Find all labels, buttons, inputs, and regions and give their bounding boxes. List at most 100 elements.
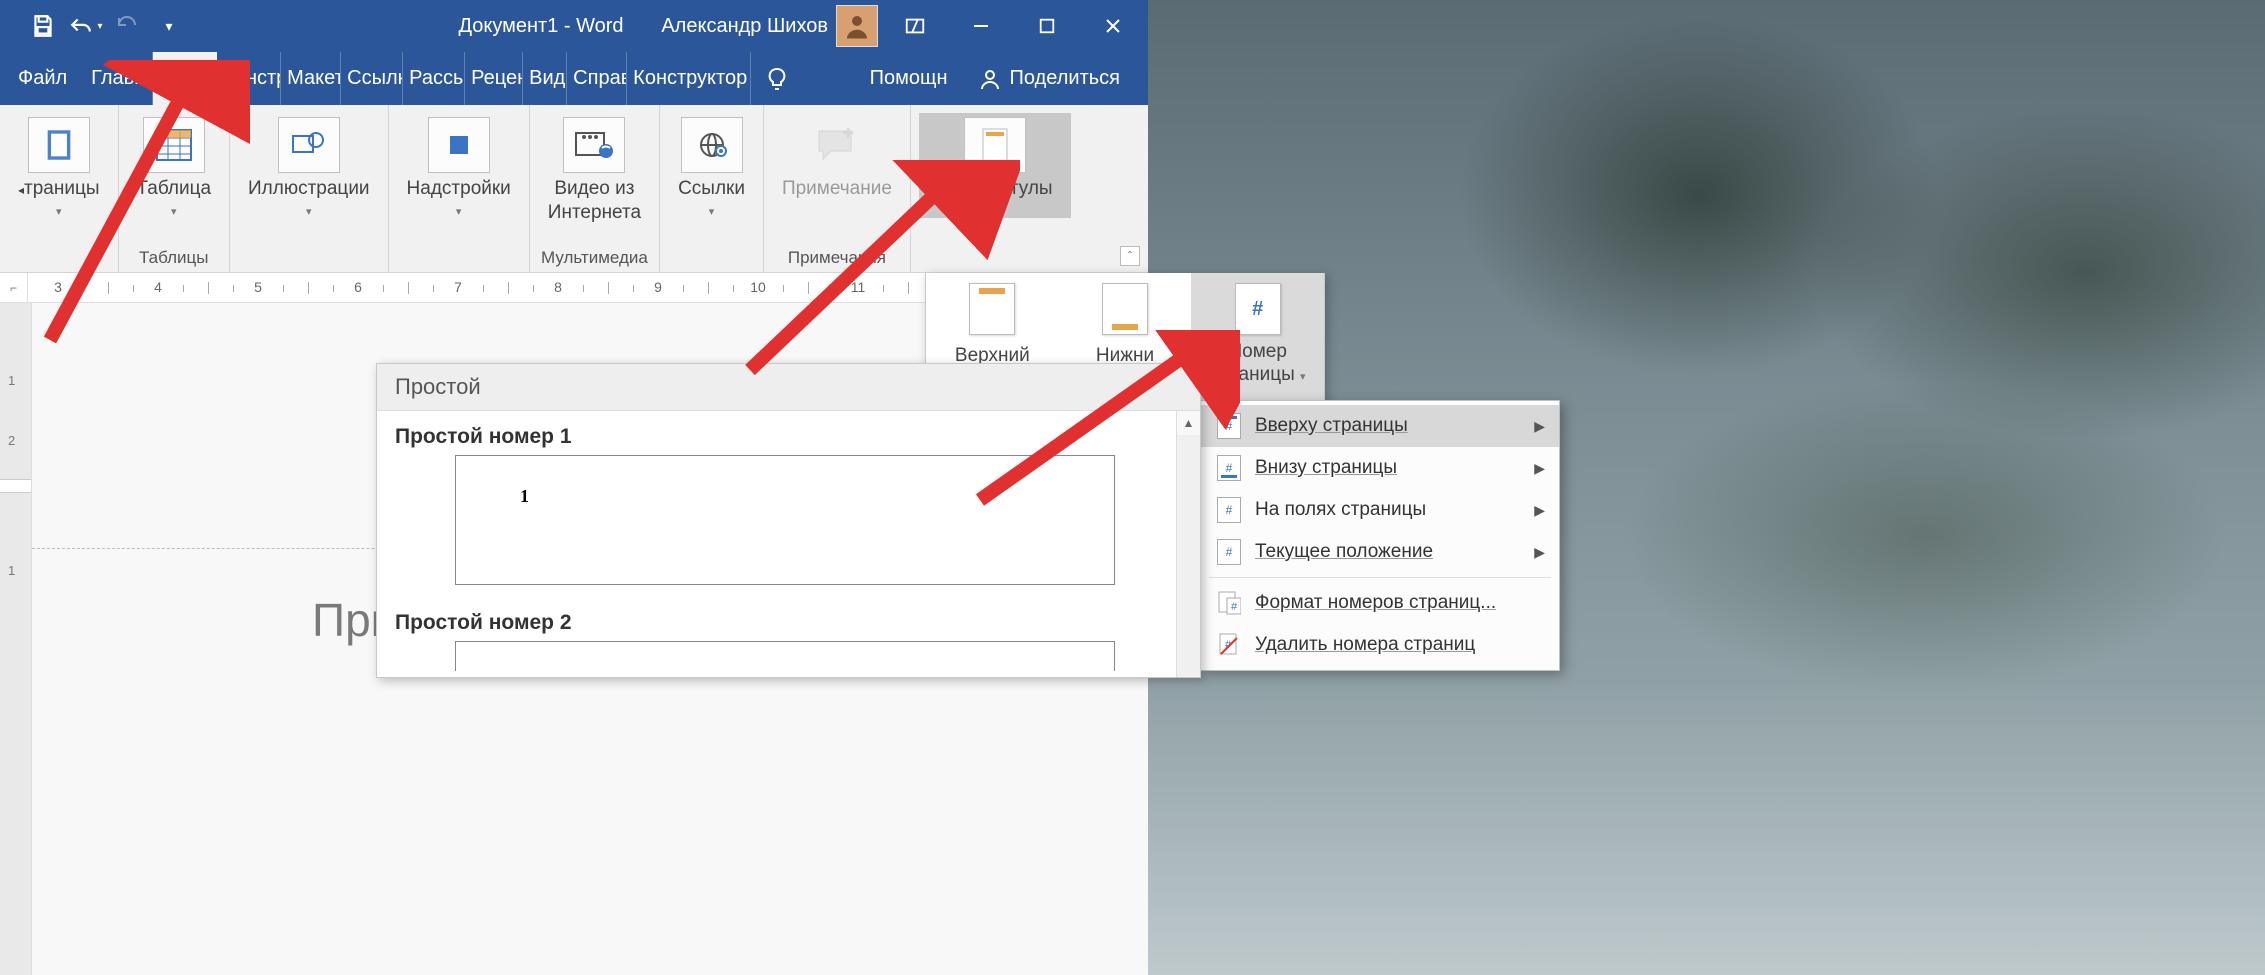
header-footer-label: Колонтитулы <box>937 177 1053 201</box>
dropdown-icon: ▾ <box>709 205 715 218</box>
menu-item-top-of-page[interactable]: # Вверху страницы ▶ <box>1201 405 1559 447</box>
dropdown-icon: ▾ <box>456 205 462 218</box>
comment-icon: + <box>806 117 868 173</box>
header-icon <box>969 283 1015 335</box>
gallery-scrollbar[interactable]: ▲ <box>1176 411 1200 677</box>
ribbon-group-headerfooter: Колонтитулы ▾ <box>911 105 1079 272</box>
pages-button[interactable]: ◂траницы ▾ <box>8 113 110 218</box>
comment-label: Примечание <box>782 177 892 201</box>
vertical-ruler[interactable]: 1 2 1 <box>0 303 32 975</box>
gallery-item-label-1: Простой номер 1 <box>395 425 1182 449</box>
table-label: Таблица <box>137 177 212 201</box>
link-icon <box>681 117 743 173</box>
tab-review[interactable]: Рецен <box>465 52 523 105</box>
page-margins-icon: # <box>1217 497 1241 523</box>
collapse-ribbon-icon[interactable]: ˆ <box>1120 246 1140 266</box>
table-icon <box>143 117 205 173</box>
user-name[interactable]: Александр Шихов <box>661 15 828 38</box>
tables-group-label: Таблицы <box>139 244 208 272</box>
media-label-2: Интернета <box>548 202 641 223</box>
ribbon-group-links: Ссылки ▾ <box>660 105 764 272</box>
illustrations-label: Иллюстрации <box>248 177 370 201</box>
menu-item-current-position[interactable]: # Текущее положение ▶ <box>1201 531 1559 573</box>
media-group-label: Мультимедиа <box>541 244 648 272</box>
comments-group-label: Примечания <box>788 244 886 272</box>
user-avatar[interactable] <box>836 5 878 47</box>
tab-mailings[interactable]: Рассы <box>403 52 465 105</box>
preview-page-number: 1 <box>520 486 529 507</box>
gallery-item-preview-1[interactable]: 1 <box>455 455 1115 585</box>
comment-button[interactable]: + Примечание <box>772 113 902 201</box>
document-title: Документ1 - Word <box>458 15 623 38</box>
addins-button[interactable]: Надстройки ▾ <box>397 113 521 218</box>
links-button[interactable]: Ссылки ▾ <box>668 113 755 218</box>
illustrations-button[interactable]: Иллюстрации ▾ <box>238 113 380 218</box>
ribbon-group-media: Видео из Интернета Мультимедиа <box>530 105 660 272</box>
qat-customize-icon[interactable]: ▾ <box>150 7 188 45</box>
tab-design[interactable]: Констр <box>217 52 281 105</box>
page-number-gallery: Простой Простой номер 1 1 Простой номер … <box>376 363 1201 678</box>
submenu-arrow-icon: ▶ <box>1534 502 1545 519</box>
links-label: Ссылки <box>678 177 745 201</box>
tab-file[interactable]: Файл <box>0 52 85 105</box>
addins-label: Надстройки <box>407 177 511 201</box>
format-icon: # <box>1217 590 1241 616</box>
ruler-corner[interactable]: ⌐ <box>0 273 28 303</box>
ruler-number: 7 <box>454 279 462 295</box>
ruler-number: 4 <box>154 279 162 295</box>
menu-item-format-page-numbers[interactable]: # Формат номеров страниц... <box>1201 582 1559 624</box>
menu-separator <box>1209 577 1551 578</box>
ribbon-tabs: Файл Главна Вставк Констр Макет Ссылк Ра… <box>0 52 1148 105</box>
svg-text:#: # <box>1231 601 1238 613</box>
minimize-button[interactable] <box>952 0 1010 52</box>
undo-button[interactable]: ▾ <box>66 7 104 45</box>
menu-item-remove-page-numbers[interactable]: # Удалить номера страниц <box>1201 624 1559 666</box>
table-button[interactable]: Таблица ▾ <box>127 113 222 218</box>
quick-access-toolbar: ▾ ▾ <box>0 7 188 45</box>
help-menu[interactable]: Помощн <box>870 67 948 90</box>
scroll-track[interactable] <box>1177 435 1200 677</box>
menu-label: Внизу страницы <box>1255 457 1397 479</box>
share-label: Поделиться <box>1010 67 1120 90</box>
menu-label: Удалить номера страниц <box>1255 634 1475 656</box>
maximize-button[interactable] <box>1018 0 1076 52</box>
gallery-item-preview-2[interactable] <box>455 641 1115 671</box>
tell-me-button[interactable] <box>751 52 803 105</box>
media-label-1: Видео из <box>554 178 634 199</box>
save-button[interactable] <box>24 7 62 45</box>
titlebar: ▾ ▾ Документ1 - Word Александр Шихов <box>0 0 1148 52</box>
ruler-number: 9 <box>654 279 662 295</box>
tab-layout[interactable]: Макет <box>281 52 341 105</box>
menu-item-page-margins[interactable]: # На полях страницы ▶ <box>1201 489 1559 531</box>
online-video-button[interactable]: Видео из Интернета <box>538 113 651 225</box>
vruler-margin-marker[interactable] <box>0 479 31 493</box>
pagenum-label-1: Номер <box>1228 341 1286 362</box>
tab-help[interactable]: Справ <box>567 52 627 105</box>
tab-references[interactable]: Ссылк <box>341 52 403 105</box>
pagenum-label-2: страницы <box>1210 364 1295 385</box>
tab-home[interactable]: Главна <box>85 52 153 105</box>
ribbon-group-comments: + Примечание Примечания <box>764 105 911 272</box>
gallery-category-header: Простой <box>377 364 1200 411</box>
tab-insert[interactable]: Вставк <box>153 52 217 105</box>
vruler-num: 1 <box>8 563 15 578</box>
scroll-up-icon[interactable]: ▲ <box>1177 411 1200 435</box>
ribbon-display-options-icon[interactable] <box>886 0 944 52</box>
vruler-num: 1 <box>8 373 15 388</box>
tab-constructor[interactable]: Конструктор <box>627 52 751 105</box>
gallery-item-label-2: Простой номер 2 <box>395 611 1182 635</box>
dropdown-icon: ▾ <box>306 205 312 218</box>
undo-dropdown-icon[interactable]: ▾ <box>97 21 102 32</box>
submenu-arrow-icon: ▶ <box>1534 418 1545 435</box>
page-number-button[interactable]: # Номер страницы ▾ <box>1191 273 1324 402</box>
share-icon <box>978 67 1002 91</box>
tab-view[interactable]: Вид <box>523 52 567 105</box>
share-button[interactable]: Поделиться <box>978 67 1120 91</box>
submenu-arrow-icon: ▶ <box>1534 544 1545 561</box>
dropdown-icon: ▾ <box>992 205 998 218</box>
close-button[interactable] <box>1084 0 1142 52</box>
menu-item-bottom-of-page[interactable]: # Внизу страницы ▶ <box>1201 447 1559 489</box>
header-footer-button[interactable]: Колонтитулы ▾ <box>919 113 1071 218</box>
menu-label: Текущее положение <box>1255 541 1433 563</box>
page-number-icon: # <box>1235 283 1281 335</box>
